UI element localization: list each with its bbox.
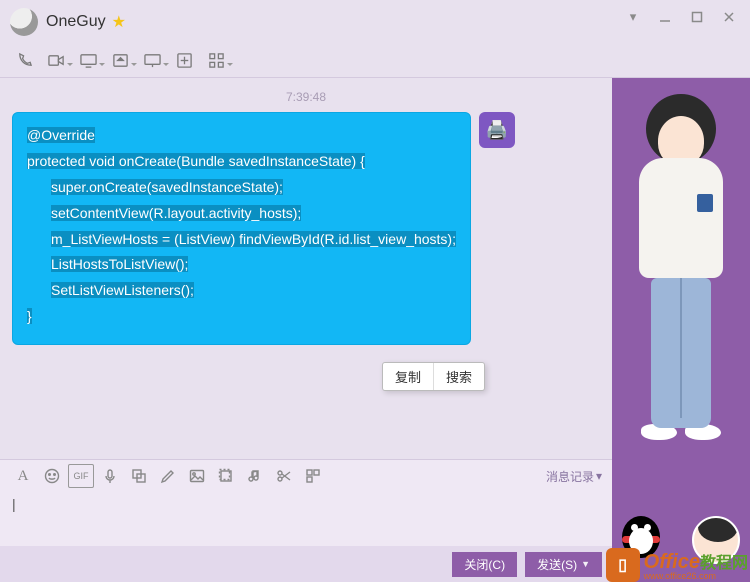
code-line: super.onCreate(savedInstanceState);: [51, 179, 283, 195]
titlebar: OneGuy ★ ▾: [0, 0, 750, 44]
qq-penguin-icon[interactable]: [618, 516, 664, 562]
self-avatar[interactable]: [692, 516, 740, 564]
message-bubble[interactable]: @Override protected void onCreate(Bundle…: [12, 112, 471, 345]
add-icon[interactable]: [170, 49, 198, 73]
emoji-icon[interactable]: [39, 464, 65, 488]
window-controls: ▾: [618, 6, 744, 28]
context-search[interactable]: 搜索: [433, 363, 484, 390]
scissors-icon[interactable]: [271, 464, 297, 488]
code-line: setContentView(R.layout.activity_hosts);: [51, 205, 301, 221]
voice-call-icon[interactable]: [10, 49, 38, 73]
code-line: SetListViewListeners();: [51, 282, 194, 298]
video-call-icon[interactable]: [42, 49, 70, 73]
voice-icon[interactable]: [97, 464, 123, 488]
chat-window: OneGuy ★ ▾ 7:39:48 @Override protected v…: [0, 0, 750, 582]
sender-avatar[interactable]: 🖨️: [479, 112, 515, 148]
main-column: 7:39:48 @Override protected void onCreat…: [0, 78, 612, 582]
side-panel: [612, 78, 750, 582]
apps-icon[interactable]: [202, 49, 230, 73]
chevron-down-icon: ▾: [596, 469, 602, 483]
window-close[interactable]: [714, 6, 744, 28]
screen-share-icon[interactable]: [74, 49, 102, 73]
star-icon[interactable]: ★: [112, 12, 126, 32]
context-menu: 复制 搜索: [382, 362, 485, 391]
screenshot-icon[interactable]: [126, 464, 152, 488]
message-timestamp: 7:39:48: [12, 90, 600, 104]
code-line: protected void onCreate(Bundle savedInst…: [27, 153, 365, 169]
font-icon[interactable]: A: [10, 464, 36, 488]
message-input[interactable]: |: [10, 496, 602, 512]
body: 7:39:48 @Override protected void onCreat…: [0, 78, 750, 582]
contact-avatar[interactable]: [10, 8, 38, 36]
gif-icon[interactable]: GIF: [68, 464, 94, 488]
draw-icon[interactable]: [155, 464, 181, 488]
contact-character[interactable]: [622, 88, 740, 482]
display-icon[interactable]: [138, 49, 166, 73]
message-history-link[interactable]: 消息记录 ▾: [546, 468, 602, 485]
window-dropdown[interactable]: ▾: [618, 6, 648, 28]
context-copy[interactable]: 复制: [383, 363, 433, 390]
window-minimize[interactable]: [650, 6, 680, 28]
shake-icon[interactable]: [213, 464, 239, 488]
contact-name: OneGuy: [46, 13, 106, 31]
compose-footer: 关闭(C) 发送(S)▼: [0, 546, 612, 582]
music-icon[interactable]: [242, 464, 268, 488]
code-line: @Override: [27, 127, 95, 143]
close-button[interactable]: 关闭(C): [452, 552, 517, 577]
compose-toolbar: A GIF 消息记录 ▾: [0, 460, 612, 492]
call-toolbar: [0, 44, 750, 78]
send-button[interactable]: 发送(S)▼: [525, 552, 602, 577]
message-row: @Override protected void onCreate(Bundle…: [12, 112, 600, 345]
remote-control-icon[interactable]: [106, 49, 134, 73]
code-line: ListHostsToListView();: [51, 256, 188, 272]
message-input-wrapper: |: [0, 492, 612, 546]
more-tools-icon[interactable]: [300, 464, 326, 488]
message-area: 7:39:48 @Override protected void onCreat…: [0, 78, 612, 459]
code-line: }: [27, 308, 32, 324]
window-maximize[interactable]: [682, 6, 712, 28]
compose-area: A GIF 消息记录 ▾ |: [0, 459, 612, 582]
code-line: m_ListViewHosts = (ListView) findViewByI…: [51, 231, 456, 247]
image-icon[interactable]: [184, 464, 210, 488]
